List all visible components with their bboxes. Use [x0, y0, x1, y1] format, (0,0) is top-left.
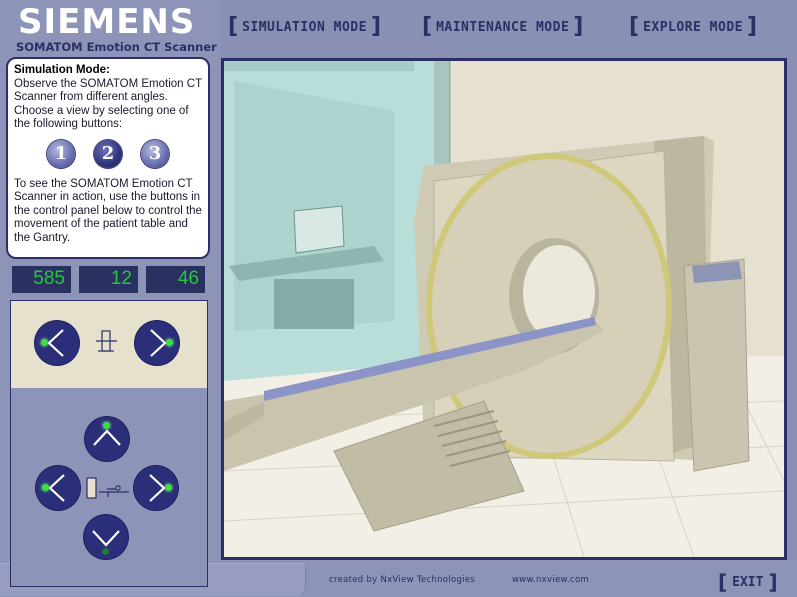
- gantry-tilt-icon: [96, 330, 117, 352]
- indicator-light: [42, 484, 49, 491]
- product-title: SOMATOM Emotion CT Scanner: [16, 40, 217, 54]
- nav-bracket-close: ]: [746, 14, 758, 39]
- indicator-light: [41, 339, 48, 346]
- view-1-button[interactable]: 1: [47, 139, 75, 168]
- view-2-button[interactable]: 2: [94, 139, 122, 168]
- nav-bracket-close: ]: [573, 14, 584, 39]
- gantry-tilt-right-button[interactable]: [135, 321, 179, 365]
- indicator-light: [103, 422, 110, 429]
- nav-label: SIMULATION MODE: [242, 19, 367, 35]
- nav-maintenance-mode[interactable]: [ MAINTENANCE MODE ]: [422, 16, 583, 38]
- exit-label: EXIT: [732, 574, 764, 590]
- nav-label: EXPLORE MODE: [643, 19, 743, 35]
- indicator-light: [102, 548, 109, 555]
- indicator-light: [166, 339, 173, 346]
- table-up-button[interactable]: [85, 417, 129, 461]
- exit-bracket-close: ]: [768, 570, 778, 594]
- table-left-button[interactable]: [36, 466, 80, 510]
- siemens-logo: SIEMENS: [18, 2, 196, 42]
- footer-url[interactable]: www.nxview.com: [512, 575, 589, 585]
- nav-bracket-close: ]: [370, 14, 382, 39]
- info-outro: To see the SOMATOM Emotion CT Scanner in…: [14, 177, 202, 244]
- nav-bracket-open: [: [228, 14, 239, 39]
- exit-bracket-open: [: [718, 570, 728, 594]
- 3d-viewport[interactable]: [221, 58, 787, 560]
- footer-credit: created by NxView Technologies: [329, 575, 476, 585]
- exit-button[interactable]: [ EXIT ]: [718, 570, 778, 594]
- info-intro: Observe the SOMATOM Emotion CT Scanner f…: [14, 77, 202, 131]
- table-control-panel: [10, 388, 208, 587]
- info-heading: Simulation Mode:: [14, 64, 110, 76]
- gantry-control-panel: [10, 300, 208, 390]
- nav-bracket-open: [: [629, 14, 640, 39]
- nav-explore-mode[interactable]: [ EXPLORE MODE ]: [629, 16, 757, 38]
- indicator-light: [165, 484, 172, 491]
- view-3-button[interactable]: 3: [141, 139, 169, 168]
- info-panel: Simulation Mode: Observe the SOMATOM Emo…: [6, 57, 210, 259]
- ct-scanner-scene: [224, 61, 784, 557]
- nav-simulation-mode[interactable]: [ SIMULATION MODE ]: [228, 16, 381, 38]
- counter-display: 46: [146, 266, 205, 293]
- table-right-button[interactable]: [134, 466, 178, 510]
- view-buttons: 1 2 3: [14, 139, 202, 168]
- counter-display: 12: [79, 266, 138, 293]
- counter-display: 585: [12, 266, 71, 293]
- patient-table-icon: [86, 477, 129, 499]
- nav-label: MAINTENANCE MODE: [436, 19, 570, 35]
- table-down-button[interactable]: [84, 515, 128, 559]
- nav-bracket-open: [: [422, 14, 433, 39]
- gantry-tilt-left-button[interactable]: [35, 321, 79, 365]
